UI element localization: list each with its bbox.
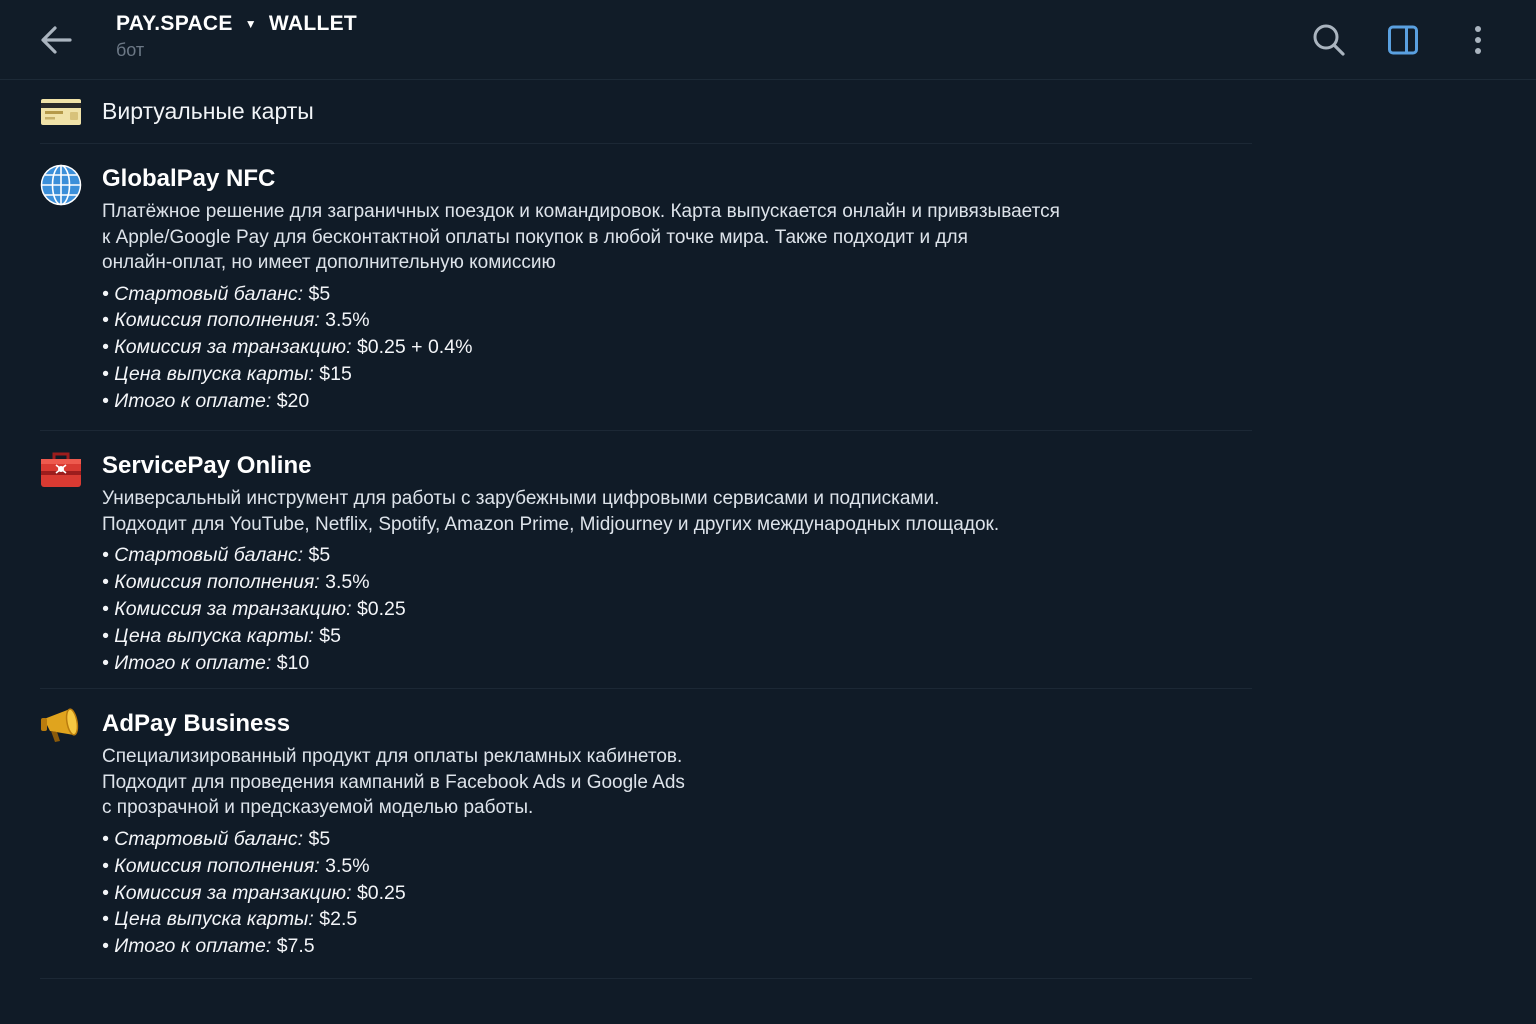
description-line: с прозрачной и предсказуемой моделью раб… — [102, 797, 534, 819]
detail-value: 3.5% — [325, 571, 370, 594]
card-adpay: AdPay Business Специализированный продук… — [40, 689, 1252, 979]
description-line: Подходит для YouTube, Netflix, Spotify, … — [102, 513, 1000, 535]
card-servicepay: ServicePay Online Универсальный инструме… — [40, 431, 1252, 690]
detail-item: • Комиссия за транзакцию: $0.25 — [102, 880, 1252, 907]
message-content: Виртуальные карты GlobalPay NFC Платёжно… — [40, 80, 1252, 979]
chat-title: PAY.SPACE ▼ WALLET — [116, 12, 357, 36]
toolbox-emoji — [40, 449, 82, 491]
detail-item: • Комиссия за транзакцию: $0.25 + 0.4% — [102, 334, 1252, 361]
detail-item: • Стартовый баланс: $5 — [102, 826, 1252, 853]
detail-item: • Комиссия за транзакцию: $0.25 — [102, 596, 1252, 623]
detail-value: $0.25 — [356, 598, 406, 621]
detail-label: • Комиссия пополнения: — [102, 854, 320, 877]
detail-label: • Цена выпуска карты: — [102, 624, 314, 647]
detail-item: • Стартовый баланс: $5 — [102, 542, 1252, 569]
card-details-list: • Стартовый баланс: $5 • Комиссия пополн… — [102, 826, 1252, 960]
credit-card-emoji — [40, 97, 82, 127]
detail-label: • Итого к оплате: — [102, 389, 272, 412]
detail-item: • Комиссия пополнения: 3.5% — [102, 307, 1252, 334]
detail-label: • Комиссия пополнения: — [102, 571, 320, 594]
chat-title-block[interactable]: PAY.SPACE ▼ WALLET бот — [116, 12, 357, 61]
search-icon — [1313, 24, 1345, 56]
description-line: онлайн-оплат, но имеет дополнительную ко… — [102, 252, 556, 273]
detail-item: • Итого к оплате: $20 — [102, 388, 1252, 415]
detail-label: • Стартовый баланс: — [102, 544, 304, 567]
detail-item: • Цена выпуска карты: $15 — [102, 361, 1252, 388]
card-title: AdPay Business — [102, 710, 291, 738]
globe-emoji — [40, 164, 82, 206]
detail-value: $15 — [319, 362, 352, 385]
detail-value: $0.25 — [356, 881, 406, 904]
sidebar-panel-icon — [1388, 25, 1418, 55]
arrow-left-icon — [41, 26, 72, 54]
detail-item: • Цена выпуска карты: $2.5 — [102, 906, 1252, 933]
card-description: Универсальный инструмент для работы с за… — [102, 486, 1252, 537]
detail-item: • Итого к оплате: $10 — [102, 650, 1252, 677]
description-line: Специализированный продукт для оплаты ре… — [102, 746, 683, 768]
description-line: Универсальный инструмент для работы с за… — [102, 488, 940, 510]
detail-label: • Стартовый баланс: — [102, 827, 304, 850]
detail-label: • Стартовый баланс: — [102, 282, 304, 305]
detail-value: $5 — [308, 282, 331, 305]
description-line: Подходит для проведения кампаний в Faceb… — [102, 771, 685, 793]
card-globalpay: GlobalPay NFC Платёжное решение для загр… — [40, 144, 1252, 432]
detail-label: • Цена выпуска карты: — [102, 908, 314, 931]
detail-label: • Цена выпуска карты: — [102, 362, 314, 385]
detail-value: $20 — [276, 389, 310, 412]
description-line: Платёжное решение для заграничных поездо… — [102, 201, 1060, 222]
detail-item: • Комиссия пополнения: 3.5% — [102, 853, 1252, 880]
detail-value: $5 — [308, 827, 331, 850]
section-title: Виртуальные карты — [102, 98, 314, 124]
description-line: к Apple/Google Pay для бесконтактной опл… — [102, 226, 968, 248]
detail-label: • Комиссия пополнения: — [102, 309, 320, 332]
detail-label: • Комиссия за транзакцию: — [102, 881, 352, 904]
detail-value: $0.25 + 0.4% — [356, 336, 473, 359]
chat-title-left: PAY.SPACE — [116, 12, 233, 35]
detail-item: • Комиссия пополнения: 3.5% — [102, 569, 1252, 596]
detail-value: $2.5 — [319, 908, 358, 931]
detail-value: $5 — [319, 624, 341, 647]
detail-item: • Стартовый баланс: $5 — [102, 281, 1252, 308]
detail-value: 3.5% — [325, 854, 370, 877]
detail-label: • Комиссия за транзакцию: — [102, 598, 352, 621]
megaphone-emoji — [40, 705, 82, 747]
detail-value: $7.5 — [276, 935, 315, 958]
card-details-list: • Стартовый баланс: $5 • Комиссия пополн… — [102, 542, 1252, 676]
card-details-list: • Стартовый баланс: $5 • Комиссия пополн… — [102, 281, 1252, 415]
sidebar-toggle-button[interactable] — [1381, 18, 1425, 62]
back-button[interactable] — [36, 20, 76, 60]
title-separator: ▼ — [244, 17, 257, 31]
top-bar: PAY.SPACE ▼ WALLET бот — [0, 0, 1536, 80]
detail-value: $5 — [308, 544, 331, 567]
detail-label: • Комиссия за транзакцию: — [102, 336, 352, 359]
card-title: ServicePay Online — [102, 452, 312, 480]
detail-label: • Итого к оплате: — [102, 935, 272, 958]
more-menu-button[interactable] — [1456, 18, 1500, 62]
detail-value: 3.5% — [325, 309, 370, 332]
search-button[interactable] — [1307, 18, 1351, 62]
more-vertical-icon — [1475, 26, 1481, 54]
detail-item: • Цена выпуска карты: $5 — [102, 623, 1252, 650]
chat-title-right: WALLET — [268, 12, 358, 35]
chat-subtitle: бот — [116, 40, 145, 60]
detail-value: $10 — [276, 651, 310, 674]
card-title: GlobalPay NFC — [102, 165, 276, 192]
section-header: Виртуальные карты — [40, 80, 1252, 144]
detail-item: • Итого к оплате: $7.5 — [102, 933, 1252, 960]
detail-label: • Итого к оплате: — [102, 651, 272, 674]
card-description: Специализированный продукт для оплаты ре… — [102, 744, 1252, 821]
card-description: Платёжное решение для заграничных поездо… — [102, 199, 1252, 276]
